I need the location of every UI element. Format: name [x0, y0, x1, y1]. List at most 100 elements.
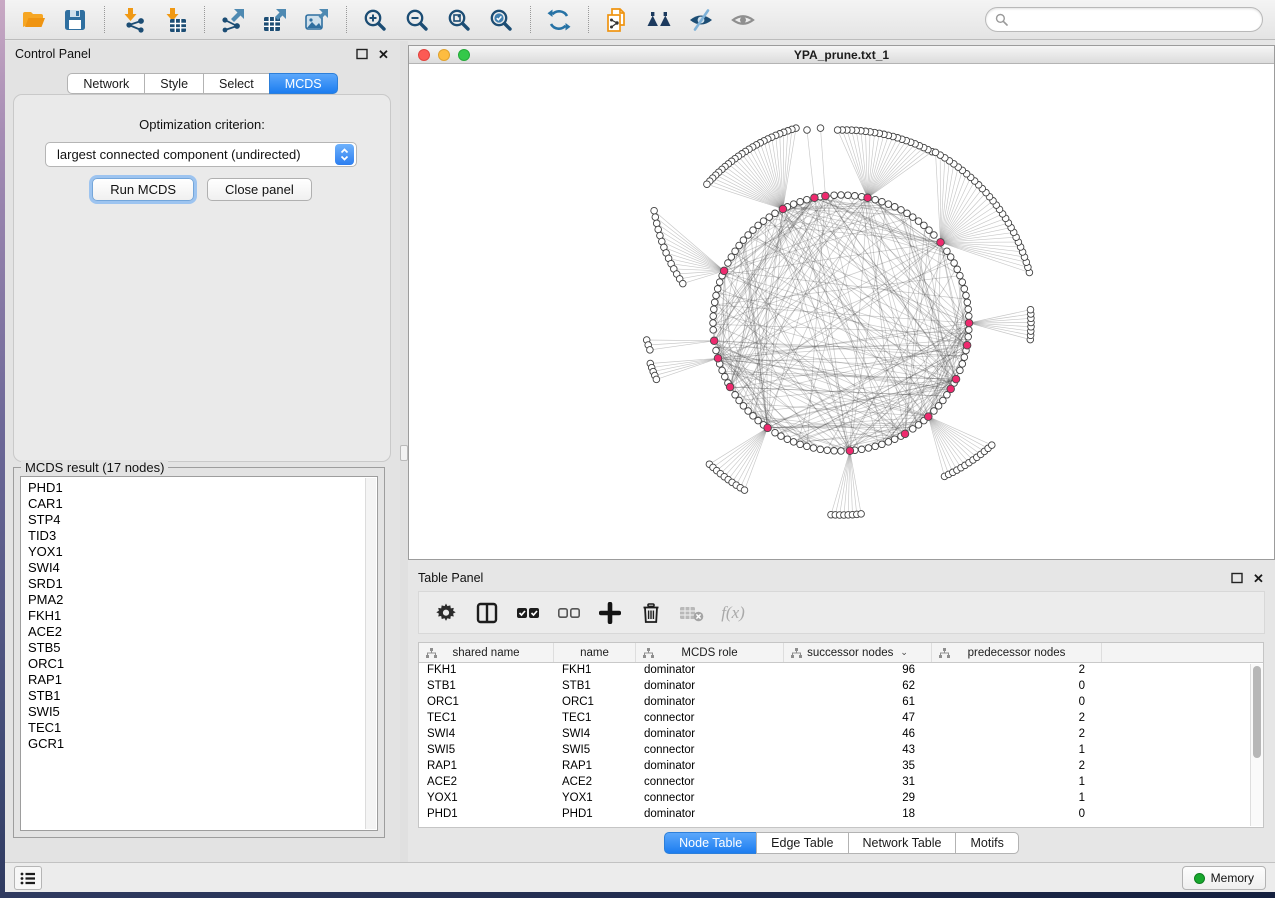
- table-row[interactable]: RAP1RAP1dominator352: [419, 759, 1263, 775]
- table-cell: 1: [932, 791, 1102, 807]
- table-cell: YOX1: [554, 791, 636, 807]
- mcds-result-item[interactable]: TEC1: [28, 720, 377, 736]
- splitter-grip[interactable]: [400, 445, 408, 461]
- table-panel: Table Panel ✕: [408, 565, 1275, 862]
- mcds-result-item[interactable]: SWI5: [28, 704, 377, 720]
- table-cell: 29: [784, 791, 932, 807]
- column-header-mcds-role[interactable]: MCDS role: [636, 643, 784, 662]
- column-header-predecessor-nodes[interactable]: predecessor nodes: [932, 643, 1102, 662]
- show-columns-icon[interactable]: [474, 600, 500, 626]
- mcds-result-item[interactable]: ORC1: [28, 656, 377, 672]
- mcds-result-item[interactable]: TID3: [28, 528, 377, 544]
- open-session-icon[interactable]: [19, 6, 46, 33]
- mcds-tab-content: Optimization criterion: largest connecte…: [13, 94, 391, 462]
- refresh-icon[interactable]: [545, 6, 572, 33]
- select-all-icon[interactable]: [515, 600, 541, 626]
- mcds-result-item[interactable]: SRD1: [28, 576, 377, 592]
- show-all-eye-icon[interactable]: [729, 6, 756, 33]
- table-row[interactable]: FKH1FKH1dominator962: [419, 663, 1263, 679]
- mcds-result-item[interactable]: CAR1: [28, 496, 377, 512]
- column-header-successor-nodes[interactable]: successor nodes ⌄: [784, 643, 932, 662]
- memory-button[interactable]: Memory: [1182, 866, 1266, 890]
- import-network-icon[interactable]: [119, 6, 146, 33]
- mcds-result-item[interactable]: STB1: [28, 688, 377, 704]
- close-panel-icon[interactable]: ✕: [1252, 572, 1265, 585]
- memory-label: Memory: [1211, 871, 1254, 885]
- search-input[interactable]: [1014, 13, 1253, 27]
- zoom-in-icon[interactable]: [361, 6, 388, 33]
- select-stepper-icon: [335, 144, 354, 165]
- column-header-name[interactable]: name: [554, 643, 636, 662]
- mcds-result-item[interactable]: PHD1: [28, 480, 377, 496]
- float-window-icon[interactable]: [1230, 572, 1243, 585]
- mcds-result-item[interactable]: GCR1: [28, 736, 377, 752]
- table-cell: RAP1: [554, 759, 636, 775]
- mcds-result-item[interactable]: FKH1: [28, 608, 377, 624]
- float-window-icon[interactable]: [355, 48, 368, 61]
- table-row[interactable]: SWI4SWI4dominator462: [419, 727, 1263, 743]
- export-image-icon[interactable]: [303, 6, 330, 33]
- table-row[interactable]: SWI5SWI5connector431: [419, 743, 1263, 759]
- mcds-result-list[interactable]: PHD1CAR1STP4TID3YOX1SWI4SRD1PMA2FKH1ACE2…: [20, 476, 378, 831]
- mcds-result-item[interactable]: SWI4: [28, 560, 377, 576]
- mcds-result-item[interactable]: ACE2: [28, 624, 377, 640]
- export-network-icon[interactable]: [219, 6, 246, 33]
- tab-style[interactable]: Style: [144, 73, 203, 94]
- import-table-icon[interactable]: [161, 6, 188, 33]
- mcds-result-item[interactable]: PMA2: [28, 592, 377, 608]
- control-panel-tabs: Network Style Select MCDS: [5, 73, 400, 94]
- run-mcds-button[interactable]: Run MCDS: [92, 178, 194, 201]
- tab-node-table[interactable]: Node Table: [664, 832, 756, 854]
- status-bar: Memory: [5, 862, 1275, 892]
- deselect-all-icon[interactable]: [556, 600, 582, 626]
- tab-network[interactable]: Network: [67, 73, 144, 94]
- show-panels-list-button[interactable]: [14, 866, 42, 890]
- tab-edge-table[interactable]: Edge Table: [756, 832, 847, 854]
- table-cell: dominator: [636, 727, 784, 743]
- table-row[interactable]: PHD1PHD1dominator180: [419, 807, 1263, 823]
- table-mode-gear-icon[interactable]: [433, 600, 459, 626]
- control-panel: Control Panel ✕ Network Style Select MCD…: [5, 41, 400, 862]
- zoom-fit-icon[interactable]: [445, 6, 472, 33]
- table-cell: RAP1: [419, 759, 554, 775]
- clone-network-icon[interactable]: [603, 6, 630, 33]
- table-row[interactable]: ACE2ACE2connector311: [419, 775, 1263, 791]
- delete-column-trash-icon[interactable]: [638, 600, 664, 626]
- mcds-result-item[interactable]: YOX1: [28, 544, 377, 560]
- binoculars-icon[interactable]: [645, 6, 672, 33]
- scrollbar-track[interactable]: [365, 478, 376, 829]
- zoom-selected-icon[interactable]: [487, 6, 514, 33]
- network-window-titlebar[interactable]: YPA_prune.txt_1: [409, 46, 1274, 64]
- table-row[interactable]: TEC1TEC1connector472: [419, 711, 1263, 727]
- toolbar-separator: [346, 6, 347, 33]
- vertical-splitter[interactable]: [400, 41, 408, 862]
- add-column-plus-icon[interactable]: [597, 600, 623, 626]
- tab-select[interactable]: Select: [203, 73, 269, 94]
- table-cell: 2: [932, 727, 1102, 743]
- tab-network-table[interactable]: Network Table: [848, 832, 956, 854]
- mcds-result-item[interactable]: STP4: [28, 512, 377, 528]
- hide-selected-eye-slash-icon[interactable]: [687, 6, 714, 33]
- column-header-shared-name[interactable]: shared name: [419, 643, 554, 662]
- mcds-result-item[interactable]: RAP1: [28, 672, 377, 688]
- export-table-icon[interactable]: [261, 6, 288, 33]
- table-row[interactable]: YOX1YOX1connector291: [419, 791, 1263, 807]
- zoom-out-icon[interactable]: [403, 6, 430, 33]
- table-cell: dominator: [636, 695, 784, 711]
- mcds-result-item[interactable]: STB5: [28, 640, 377, 656]
- table-scrollbar[interactable]: [1250, 664, 1263, 826]
- table-scrollbar-thumb[interactable]: [1253, 666, 1261, 758]
- table-row[interactable]: ORC1ORC1dominator610: [419, 695, 1263, 711]
- network-canvas[interactable]: [409, 65, 1274, 559]
- tab-mcds[interactable]: MCDS: [269, 73, 338, 94]
- table-cell: ACE2: [419, 775, 554, 791]
- optimization-criterion-select[interactable]: largest connected component (undirected): [45, 142, 357, 167]
- save-session-icon[interactable]: [61, 6, 88, 33]
- close-panel-button[interactable]: Close panel: [207, 178, 312, 201]
- table-row[interactable]: STB1STB1dominator620: [419, 679, 1263, 695]
- table-cell: 96: [784, 663, 932, 679]
- close-panel-icon[interactable]: ✕: [377, 48, 390, 61]
- search-field[interactable]: [985, 7, 1263, 32]
- table-cell: TEC1: [419, 711, 554, 727]
- tab-motifs[interactable]: Motifs: [955, 832, 1018, 854]
